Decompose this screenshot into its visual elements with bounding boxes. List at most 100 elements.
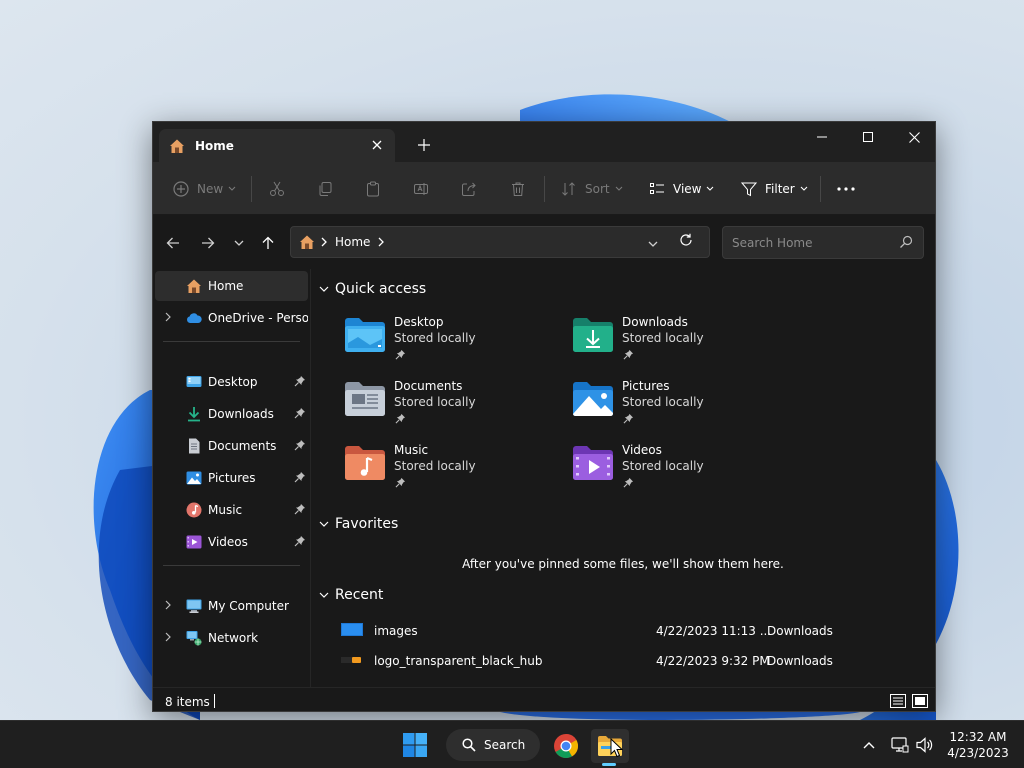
view-label: View	[673, 182, 702, 196]
recent-file-date: 4/22/2023 9:32 PM	[656, 654, 770, 668]
sort-button[interactable]: Sort	[561, 175, 623, 203]
address-path: Home	[335, 235, 371, 249]
search-input[interactable]	[732, 235, 892, 250]
music-folder-icon	[345, 446, 385, 480]
sidebar-separator	[163, 341, 300, 342]
pin-icon	[623, 349, 634, 360]
sidebar-item-music[interactable]: Music	[155, 495, 308, 525]
sidebar-item-pictures[interactable]: Pictures	[155, 463, 308, 493]
sidebar-item-label: Desktop	[208, 375, 258, 389]
new-label: New	[197, 182, 224, 196]
recent-header[interactable]: Recent	[319, 587, 383, 603]
sidebar-item-onedrive[interactable]: OneDrive - Personal	[155, 303, 308, 333]
recent-locations-button[interactable]	[225, 229, 253, 257]
tab-close-button[interactable]	[367, 135, 387, 155]
status-divider	[214, 694, 215, 708]
details-view-button[interactable]	[889, 692, 907, 710]
favorites-header[interactable]: Favorites	[319, 516, 398, 532]
sidebar-item-documents[interactable]: Documents	[155, 431, 308, 461]
mouse-cursor-icon	[610, 738, 623, 758]
home-icon	[170, 139, 184, 153]
videos-folder-icon	[573, 446, 613, 480]
new-button[interactable]: New	[173, 175, 236, 203]
network-status-button[interactable]	[891, 736, 909, 754]
volume-button[interactable]	[916, 736, 934, 754]
separator	[820, 176, 821, 202]
taskbar-clock[interactable]: 12:32 AM 4/23/2023	[940, 729, 1016, 761]
minimize-button[interactable]	[799, 122, 845, 152]
tiles-view-button[interactable]	[911, 692, 929, 710]
quick-access-header[interactable]: Quick access	[319, 281, 426, 297]
navigation-pane: Home OneDrive - Personal Desktop Downloa…	[153, 269, 310, 687]
quick-access-desktop[interactable]: Desktop Stored locally	[343, 315, 563, 371]
table-row[interactable]: images 4/22/2023 11:13 ... Downloads	[341, 621, 901, 643]
quick-access-music[interactable]: Music Stored locally	[343, 443, 563, 499]
table-row[interactable]: logo_transparent_black_hub 4/22/2023 9:3…	[341, 651, 901, 673]
title-bar: Home	[153, 122, 935, 162]
chevron-down-icon	[228, 186, 236, 191]
sidebar-item-my-computer[interactable]: My Computer	[155, 591, 308, 621]
pin-icon	[294, 472, 305, 483]
show-hidden-icons-button[interactable]	[860, 736, 878, 754]
sidebar-item-videos[interactable]: Videos	[155, 527, 308, 557]
up-button[interactable]	[254, 229, 282, 257]
rename-button[interactable]	[413, 175, 429, 203]
recent-file-date: 4/22/2023 11:13 ...	[656, 624, 772, 638]
filter-icon	[741, 182, 757, 197]
chrome-icon	[554, 734, 579, 759]
maximize-button[interactable]	[845, 122, 891, 152]
home-icon	[187, 279, 201, 293]
back-button[interactable]	[159, 229, 187, 257]
new-tab-button[interactable]	[413, 134, 435, 156]
more-options-button[interactable]	[837, 175, 855, 203]
quick-access-documents[interactable]: Documents Stored locally	[343, 379, 563, 435]
address-bar[interactable]: Home	[290, 226, 710, 258]
folder-name: Desktop	[394, 315, 444, 329]
cloud-icon	[187, 313, 202, 323]
sidebar-item-label: Pictures	[208, 471, 256, 485]
favorites-empty-message: After you've pinned some files, we'll sh…	[462, 557, 784, 571]
close-window-button[interactable]	[891, 122, 935, 152]
paste-button[interactable]	[365, 175, 381, 203]
pin-icon	[395, 477, 406, 488]
filter-button[interactable]: Filter	[741, 175, 808, 203]
sidebar-item-downloads[interactable]: Downloads	[155, 399, 308, 429]
maximize-icon	[863, 132, 873, 142]
sidebar-item-home[interactable]: Home	[155, 271, 308, 301]
main-content: Quick access Desktop Stored locally Down…	[311, 269, 935, 687]
copy-button[interactable]	[317, 175, 333, 203]
sidebar-item-network[interactable]: Network	[155, 623, 308, 653]
file-explorer-window: Home New Sort View Filter Home Search Ho…	[152, 121, 936, 712]
share-icon	[462, 182, 476, 196]
chevron-right-icon	[165, 632, 171, 642]
quick-access-videos[interactable]: Videos Stored locally	[571, 443, 791, 499]
delete-button[interactable]	[510, 175, 526, 203]
rename-icon	[414, 183, 428, 195]
refresh-button[interactable]	[679, 233, 693, 250]
chrome-taskbar-button[interactable]	[547, 729, 585, 763]
cut-button[interactable]	[269, 175, 285, 203]
volume-icon	[916, 737, 933, 753]
quick-access-pictures[interactable]: Pictures Stored locally	[571, 379, 791, 435]
view-button[interactable]: View	[649, 175, 714, 203]
tab-home[interactable]: Home	[159, 129, 395, 162]
picture-icon	[186, 471, 202, 485]
address-history-button[interactable]	[648, 236, 658, 250]
item-count: 8 items	[165, 695, 210, 709]
start-button[interactable]	[402, 732, 428, 758]
forward-button[interactable]	[194, 229, 222, 257]
pin-icon	[294, 376, 305, 387]
clock-date: 4/23/2023	[947, 746, 1009, 760]
view-list-icon	[650, 183, 664, 194]
sidebar-item-label: My Computer	[208, 599, 289, 613]
search-icon	[462, 738, 476, 752]
scissors-icon	[270, 181, 284, 196]
quick-access-downloads[interactable]: Downloads Stored locally	[571, 315, 791, 371]
share-button[interactable]	[461, 175, 477, 203]
sidebar-item-desktop[interactable]: Desktop	[155, 367, 308, 397]
network-icon	[891, 737, 909, 753]
copy-icon	[319, 182, 332, 196]
sidebar-item-label: Documents	[208, 439, 277, 453]
home-icon	[300, 235, 314, 249]
taskbar-search-button[interactable]: Search	[446, 729, 540, 761]
